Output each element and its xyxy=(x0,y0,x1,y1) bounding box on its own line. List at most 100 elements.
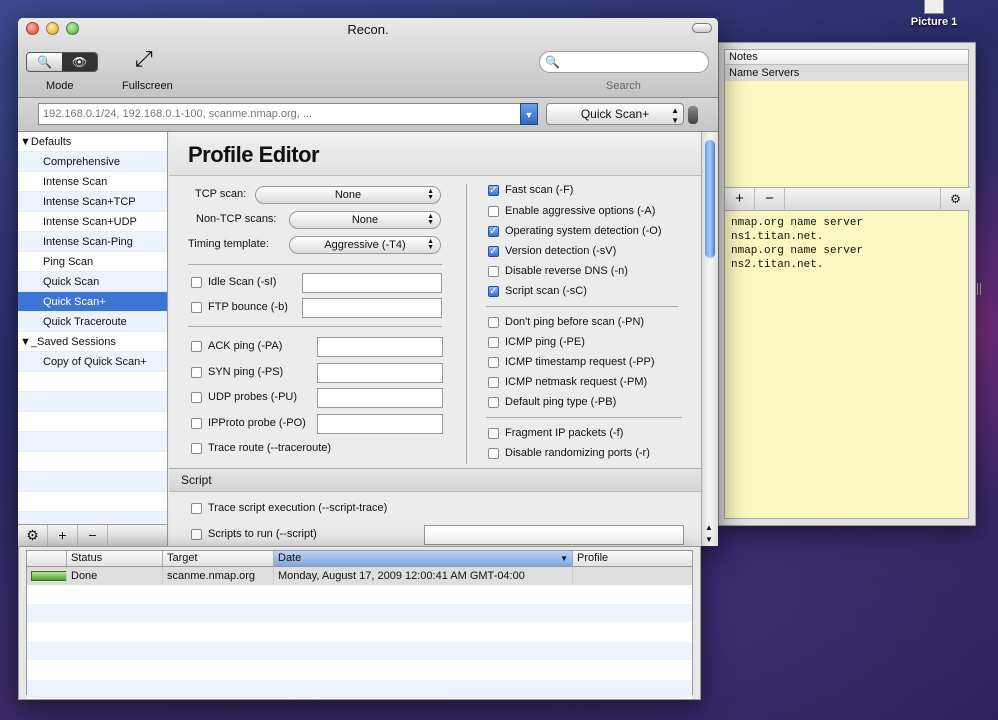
scrollbar-thumb[interactable] xyxy=(705,140,715,258)
ipproto-probe-input[interactable] xyxy=(317,414,443,434)
scripts-to-run-checkbox[interactable]: Scripts to run (--script) xyxy=(191,528,317,540)
ack-ping-input[interactable] xyxy=(317,337,443,357)
sidebar-empty-row xyxy=(18,492,167,512)
eye-icon[interactable]: 👁 xyxy=(62,53,97,71)
icmp-ping-checkbox[interactable]: ICMP ping (-PE) xyxy=(488,336,585,348)
sidebar-item-quick-scan[interactable]: Quick Scan xyxy=(18,272,167,292)
checkbox-checked[interactable]: ✓ xyxy=(488,225,499,237)
sidebar-item-intense-scan-ping[interactable]: Intense Scan-Ping xyxy=(18,232,167,252)
script-scan-checkbox[interactable]: ✓ Script scan (-sC) xyxy=(488,285,587,297)
tcp-scan-select[interactable]: None ▲ ▼ xyxy=(255,186,441,204)
checkbox-box[interactable] xyxy=(488,336,499,348)
checkbox-box[interactable] xyxy=(488,316,499,328)
udp-probes-checkbox[interactable]: UDP probes (-PU) xyxy=(191,391,297,403)
notes-text[interactable]: nmap.org name server ns1.titan.net. nmap… xyxy=(731,216,863,272)
checkbox-box[interactable] xyxy=(191,276,202,288)
sidebar-item-intense-scan[interactable]: Intense Scan xyxy=(18,172,167,192)
sidebar-item-intense-scan-udp[interactable]: Intense Scan+UDP xyxy=(18,212,167,232)
notes-remove-button[interactable]: − xyxy=(755,188,785,210)
sidebar-item-quick-traceroute[interactable]: Quick Traceroute xyxy=(18,312,167,332)
checkbox-box[interactable] xyxy=(488,396,499,408)
idle-scan-input[interactable] xyxy=(302,273,442,293)
remove-profile-button[interactable]: − xyxy=(78,525,108,546)
sidebar-group-saved-sessions[interactable]: ▼_Saved Sessions xyxy=(18,332,167,352)
sidebar-item-ping-scan[interactable]: Ping Scan xyxy=(18,252,167,272)
trace-script-checkbox[interactable]: Trace script execution (--script-trace) xyxy=(191,502,387,514)
checkbox-box[interactable] xyxy=(488,356,499,368)
ftp-bounce-checkbox[interactable]: FTP bounce (-b) xyxy=(191,301,288,313)
column-header-progress[interactable] xyxy=(27,551,67,566)
sidebar-item-comprehensive[interactable]: Comprehensive xyxy=(18,152,167,172)
search-icon: 🔍 xyxy=(545,55,560,69)
scroll-up-icon[interactable]: ▲ xyxy=(705,523,713,532)
checkbox-box[interactable] xyxy=(488,427,499,439)
disable-reverse-dns-checkbox[interactable]: Disable reverse DNS (-n) xyxy=(488,265,628,277)
magnifier-icon[interactable]: 🔍 xyxy=(27,53,62,71)
script-section-header[interactable]: Script xyxy=(169,468,701,492)
checkbox-box[interactable] xyxy=(191,502,202,514)
icmp-netmask-checkbox[interactable]: ICMP netmask request (-PM) xyxy=(488,376,647,388)
mode-segmented-control[interactable]: 🔍 👁 xyxy=(26,52,98,72)
target-input[interactable]: 192.168.0.1/24, 192.168.0.1-100, scanme.… xyxy=(38,103,522,125)
editor-scrollbar[interactable]: ▲ ▼ xyxy=(701,132,718,546)
sidebar-item-copy-quick-scan[interactable]: Copy of Quick Scan+ xyxy=(18,352,167,372)
ftp-bounce-input[interactable] xyxy=(302,298,442,318)
sidebar-item-intense-scan-tcp[interactable]: Intense Scan+TCP xyxy=(18,192,167,212)
no-ping-checkbox[interactable]: Don't ping before scan (-PN) xyxy=(488,316,644,328)
ipproto-probe-checkbox[interactable]: IPProto probe (-PO) xyxy=(191,417,306,429)
ack-ping-checkbox[interactable]: ACK ping (-PA) xyxy=(191,340,282,352)
column-header-profile[interactable]: Profile xyxy=(573,551,692,566)
default-ping-type-checkbox[interactable]: Default ping type (-PB) xyxy=(488,396,616,408)
column-header-date[interactable]: Date ▼ xyxy=(274,551,573,566)
notes-gear-icon[interactable]: ⚙ xyxy=(940,188,970,210)
timing-template-select[interactable]: Aggressive (-T4) ▲ ▼ xyxy=(289,236,441,254)
checkbox-box[interactable] xyxy=(191,301,202,313)
checkbox-box[interactable] xyxy=(191,417,202,429)
target-dropdown-button[interactable]: ▼ xyxy=(520,103,538,125)
sidebar-item-quick-scan-plus[interactable]: Quick Scan+ xyxy=(18,292,167,312)
scripts-to-run-input[interactable] xyxy=(424,525,684,545)
checkbox-checked[interactable]: ✓ xyxy=(488,184,499,196)
udp-probes-input[interactable] xyxy=(317,388,443,408)
os-detection-checkbox[interactable]: ✓ Operating system detection (-O) xyxy=(488,225,662,237)
scroll-down-icon[interactable]: ▼ xyxy=(705,535,713,544)
disable-randomizing-checkbox[interactable]: Disable randomizing ports (-r) xyxy=(488,447,650,459)
checkbox-box[interactable] xyxy=(191,528,202,540)
checkbox-box[interactable] xyxy=(191,442,202,454)
notes-add-button[interactable]: + xyxy=(725,188,755,210)
sidebar-gear-icon[interactable]: ⚙ xyxy=(18,525,48,546)
syn-ping-input[interactable] xyxy=(317,363,443,383)
sidebar-group-defaults[interactable]: ▼Defaults xyxy=(18,132,167,152)
aggressive-options-checkbox[interactable]: Enable aggressive options (-A) xyxy=(488,205,655,217)
idle-scan-checkbox[interactable]: Idle Scan (-sI) xyxy=(191,276,276,288)
resize-grip[interactable] xyxy=(977,283,981,295)
checkbox-box[interactable] xyxy=(191,366,202,378)
updown-arrows-icon: ▲ ▼ xyxy=(427,213,434,226)
notes-list-item[interactable]: Name Servers xyxy=(725,65,968,81)
toolbar-toggle-button[interactable] xyxy=(692,23,712,33)
fast-scan-checkbox[interactable]: ✓ Fast scan (-F) xyxy=(488,184,573,196)
checkbox-box[interactable] xyxy=(488,205,499,217)
fullscreen-icon[interactable]: ⤢ xyxy=(135,46,153,72)
search-input[interactable]: 🔍 xyxy=(539,51,709,73)
checkbox-box[interactable] xyxy=(191,340,202,352)
checkbox-box[interactable] xyxy=(191,391,202,403)
version-detection-checkbox[interactable]: ✓ Version detection (-sV) xyxy=(488,245,616,257)
syn-ping-checkbox[interactable]: SYN ping (-PS) xyxy=(191,366,283,378)
trace-route-checkbox[interactable]: Trace route (--traceroute) xyxy=(191,442,331,454)
desktop-file-icon[interactable]: Picture 1 xyxy=(908,0,960,28)
table-row[interactable]: Done scanme.nmap.org Monday, August 17, … xyxy=(27,567,692,585)
checkbox-checked[interactable]: ✓ xyxy=(488,245,499,257)
checkbox-box[interactable] xyxy=(488,447,499,459)
fragment-ip-checkbox[interactable]: Fragment IP packets (-f) xyxy=(488,427,623,439)
checkbox-box[interactable] xyxy=(488,265,499,277)
checkbox-checked[interactable]: ✓ xyxy=(488,285,499,297)
column-header-status[interactable]: Status xyxy=(67,551,163,566)
add-profile-button[interactable]: + xyxy=(48,525,78,546)
mode-label: Mode xyxy=(46,80,74,92)
profile-select[interactable]: Quick Scan+ ▲ ▼ xyxy=(546,103,684,125)
non-tcp-scans-select[interactable]: None ▲ ▼ xyxy=(289,211,441,229)
checkbox-box[interactable] xyxy=(488,376,499,388)
column-header-target[interactable]: Target xyxy=(163,551,274,566)
icmp-timestamp-checkbox[interactable]: ICMP timestamp request (-PP) xyxy=(488,356,655,368)
